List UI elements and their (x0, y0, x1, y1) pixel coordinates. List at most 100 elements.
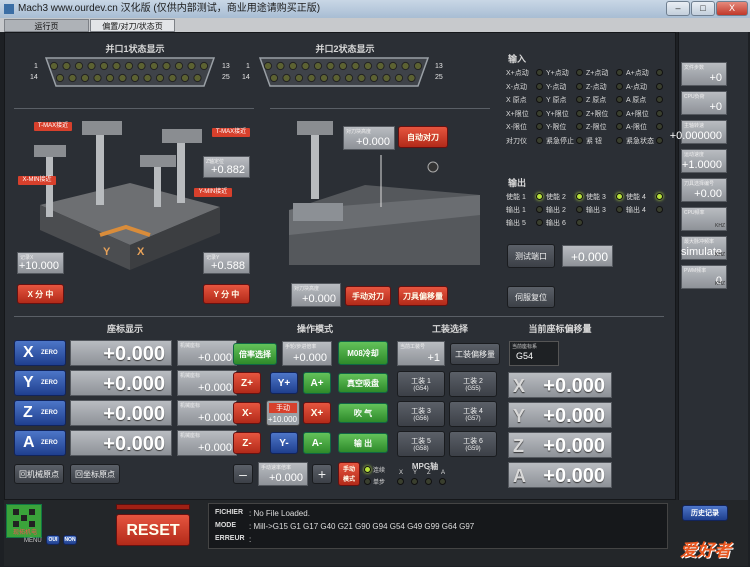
mpg-axis-led[interactable] (397, 478, 404, 485)
auto-tool-button[interactable]: 自动对刀 (398, 126, 448, 148)
maximize-button[interactable]: □ (691, 1, 715, 16)
jog-y-plus[interactable]: Y+ (270, 372, 298, 394)
rate-select-button[interactable]: 倍率选择 (233, 343, 277, 365)
output-label: 使能 3 (586, 194, 606, 201)
current-fixture-field[interactable]: 当前工装号 +1 (397, 341, 445, 366)
menu-off-button[interactable]: NON (63, 535, 77, 545)
machine-home-button[interactable]: 回机械原点 (14, 464, 64, 484)
input-label: Z+限位 (586, 110, 609, 118)
side-status-field[interactable]: 运动速度 +1.0000 (681, 149, 727, 173)
tool-height-field[interactable]: 对刀块高度 +0.000 (343, 126, 395, 150)
port1-connector (44, 57, 216, 87)
axis-z-zero-button[interactable]: Z ZERO (14, 400, 66, 426)
port-pin-led (382, 73, 391, 83)
jog-x-plus[interactable]: X+ (303, 402, 331, 424)
axis-y-zero-button[interactable]: Y ZERO (14, 370, 66, 396)
m08-cool-button[interactable]: M08冷却 (338, 341, 388, 365)
current-offset-y[interactable]: Y +0.000 (508, 402, 612, 428)
mpg-axis-led[interactable] (425, 478, 432, 485)
jog-y-minus[interactable]: Y- (270, 432, 298, 454)
jog-z-minus[interactable]: Z- (233, 432, 261, 454)
side-status-field[interactable]: CPU频率 KHZ (681, 207, 727, 231)
output-button[interactable]: 输 出 (338, 433, 388, 453)
side-status-field[interactable]: 主轴转速 +0.000000 (670, 120, 727, 144)
tab-run[interactable]: 运行页 (4, 19, 89, 32)
axis-x-dro[interactable]: +0.000 (70, 340, 172, 366)
handwheel-rate-field[interactable]: 手轮/步进倍率 +0.000 (282, 341, 332, 366)
fixture-6-button[interactable]: 工装 6 (G59) (449, 431, 497, 457)
axis-y-machine-coord[interactable]: 机械座标 +0.000 (177, 370, 237, 396)
y-center-button[interactable]: Y 分 中 (203, 284, 250, 304)
tab-offset[interactable]: 偏置/对刀/状态页 (90, 19, 175, 32)
tool-offset-button[interactable]: 刀具偏移量 (398, 286, 448, 306)
tab-bar: 运行页 偏置/对刀/状态页 (0, 18, 750, 32)
port-pin-led (394, 73, 404, 83)
output-led (616, 206, 623, 213)
feed-rate-field[interactable]: 手动速率倍率 +0.000 (258, 462, 308, 486)
current-offset-x[interactable]: X +0.000 (508, 372, 612, 398)
work-home-button[interactable]: 回坐标原点 (70, 464, 120, 484)
x-center-button[interactable]: X 分 中 (17, 284, 64, 304)
input-led (576, 82, 583, 90)
output-led (576, 219, 583, 226)
output-label: 使能 4 (626, 194, 646, 201)
erreur-value: : (249, 535, 252, 544)
fixture-2-button[interactable]: 工装 2 (G55) (449, 371, 497, 397)
brand-logo: 爱好者 (680, 541, 731, 560)
side-status-field[interactable]: 刀具选择编号 +0.00 (681, 178, 727, 202)
fixture-5-button[interactable]: 工装 5 (G58) (397, 431, 445, 457)
feed-minus-button[interactable]: – (233, 464, 253, 484)
blow-button[interactable]: 吹 气 (338, 403, 388, 423)
side-status-field[interactable]: CPU负荷 +0 (681, 91, 727, 115)
axis-a-machine-coord[interactable]: 机械座标 +0.000 (177, 430, 237, 456)
fixture-4-button[interactable]: 工装 4 (G57) (449, 401, 497, 427)
reset-button[interactable]: RESET (116, 514, 190, 546)
axis-y-dro[interactable]: +0.000 (70, 370, 172, 396)
test-port-button[interactable]: 测试端口 (507, 244, 555, 268)
fixture-1-button[interactable]: 工装 1 (G54) (397, 371, 445, 397)
record-y-field[interactable]: 记录Y +0.588 (203, 252, 250, 274)
feed-plus-button[interactable]: + (312, 464, 332, 484)
side-status-field[interactable]: 最大脉冲频率 simulate KHZ (681, 236, 727, 260)
block-height-field[interactable]: 对刀块高度 +0.000 (291, 283, 341, 307)
history-button[interactable]: 历史记录 (682, 505, 728, 521)
side-status-field[interactable]: PWM频率 0 KHZ (681, 265, 727, 289)
output-label: 输出 6 (546, 220, 566, 227)
axis-z-dro[interactable]: +0.000 (70, 400, 172, 426)
current-offset-z[interactable]: Z +0.000 (508, 432, 612, 458)
side-status-field[interactable]: 文件步数 +0 (681, 62, 727, 86)
port-pin-led (55, 73, 65, 83)
mpg-axis-led[interactable] (439, 478, 446, 485)
axis-a-zero-button[interactable]: A ZERO (14, 430, 66, 456)
input-led (576, 69, 583, 76)
jog-a-minus[interactable]: A- (303, 432, 331, 454)
fixture-offset-button[interactable]: 工装偏移量 (450, 343, 500, 365)
input-led (616, 136, 623, 144)
menu-on-button[interactable]: OUI (46, 535, 60, 545)
manual-mode-button[interactable]: 手动 模式 (338, 462, 360, 486)
axis-a-dro[interactable]: +0.000 (70, 430, 172, 456)
port-pin-led (294, 73, 304, 83)
fixture-name: 工装 1 (411, 378, 431, 385)
axis-x-machine-coord[interactable]: 机械座标 +0.000 (177, 340, 237, 366)
fixture-code: (G55) (465, 386, 481, 392)
axis-z-machine-coord[interactable]: 机械座标 +0.000 (177, 400, 237, 426)
axis-x-zero-button[interactable]: X ZERO (14, 340, 66, 366)
mpg-axis-led[interactable] (411, 478, 418, 485)
servo-reset-button[interactable]: 伺服复位 (507, 286, 555, 308)
jog-step-box[interactable]: 手动 +10.000 (266, 400, 300, 426)
jog-x-minus[interactable]: X- (233, 402, 261, 424)
close-button[interactable]: X (716, 1, 748, 16)
current-coord-system[interactable]: 当前座标系 G54 (509, 341, 559, 366)
vacuum-button[interactable]: 真空吸盘 (338, 373, 388, 393)
manual-tool-button[interactable]: 手动对刀 (345, 286, 391, 306)
fixture-3-button[interactable]: 工装 3 (G56) (397, 401, 445, 427)
z-position-field[interactable]: Z轴定位 +0.882 (203, 156, 250, 178)
minimize-button[interactable]: – (666, 1, 690, 16)
test-port-value[interactable]: +0.000 (562, 245, 613, 267)
jog-z-plus[interactable]: Z+ (233, 372, 261, 394)
fixture-code: (G57) (465, 416, 481, 422)
record-x-field[interactable]: 记录X +10.000 (17, 252, 64, 274)
current-offset-a[interactable]: A +0.000 (508, 462, 612, 488)
jog-a-plus[interactable]: A+ (303, 372, 331, 394)
